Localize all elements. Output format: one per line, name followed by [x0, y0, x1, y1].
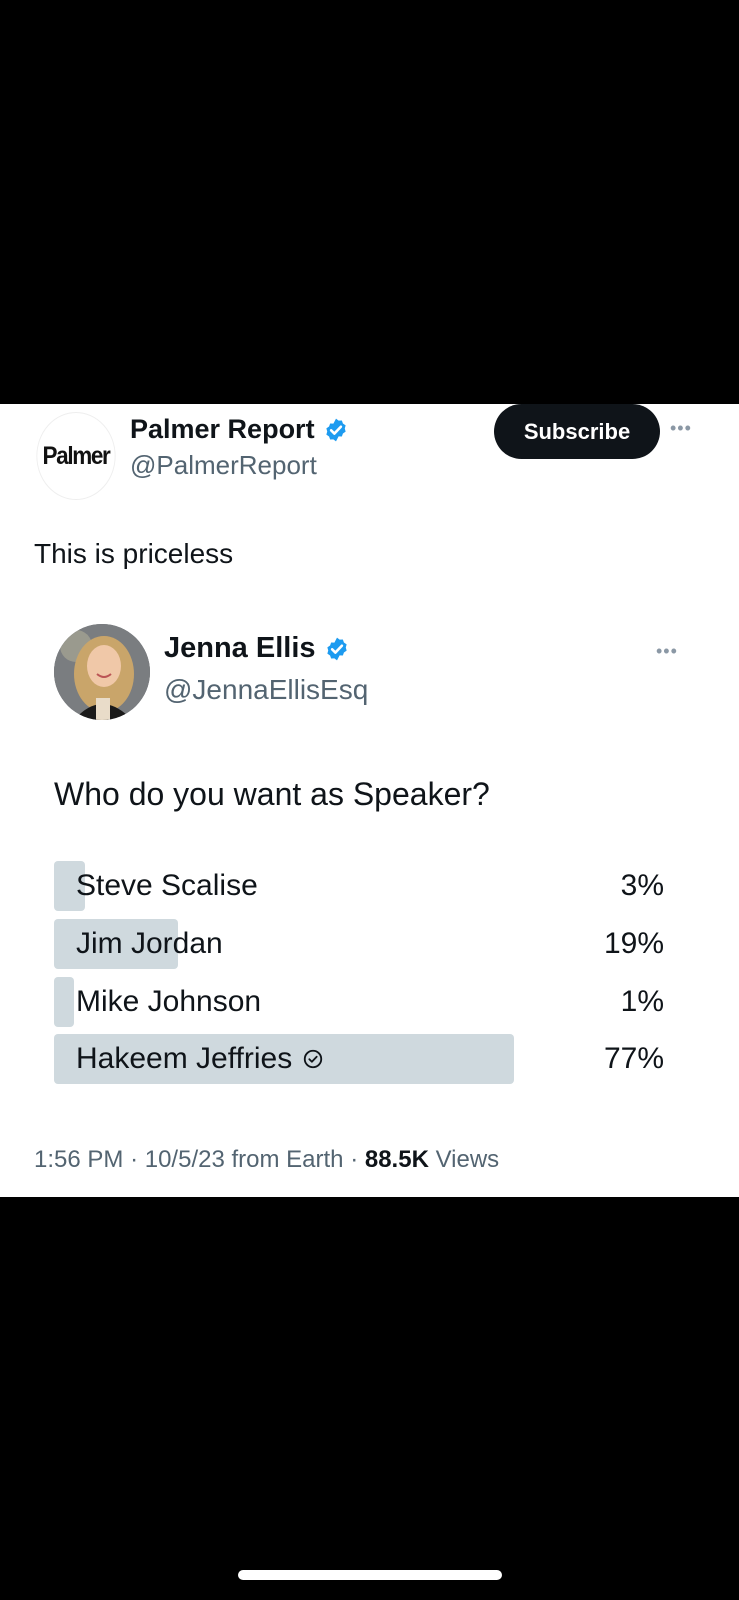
more-horizontal-icon[interactable]: ••• — [656, 641, 678, 662]
meta-separator: · — [350, 1146, 365, 1173]
tweet-date[interactable]: 10/5/23 — [145, 1146, 225, 1173]
poll-option-percent: 77% — [603, 1042, 664, 1075]
verified-badge-icon — [325, 418, 346, 441]
more-horizontal-icon[interactable]: ••• — [670, 418, 692, 439]
poll-option[interactable]: Mike Johnson 1% — [54, 977, 664, 1027]
poll-option-text: Steve Scalise — [76, 869, 258, 902]
poll-option[interactable]: Hakeem Jeffries 77% — [54, 1034, 664, 1084]
quoted-author-name-row[interactable]: Jenna Ellis — [164, 632, 350, 665]
tweet-meta: 1:56 PM · 10/5/23 from Earth · 88.5K Vie… — [34, 1146, 499, 1174]
author-logo-text: Palmer — [42, 441, 111, 470]
meta-separator: · — [130, 1146, 145, 1173]
verified-badge-icon — [326, 637, 347, 660]
quoted-author-handle[interactable]: @JennaEllisEsq — [164, 674, 368, 706]
author-avatar[interactable]: Palmer — [36, 412, 116, 500]
views-label: Views — [435, 1146, 500, 1173]
tweet-text: This is priceless — [34, 538, 234, 569]
poll-option-text: Jim Jordan — [76, 927, 223, 960]
poll-option-percent: 1% — [620, 985, 664, 1018]
avatar-photo — [54, 624, 150, 720]
poll-option-text: Hakeem Jeffries — [76, 1042, 293, 1075]
poll-option-label: Mike Johnson — [76, 985, 261, 1019]
author-name[interactable]: Palmer Report — [130, 414, 315, 445]
tweet-source: from Earth — [231, 1146, 344, 1173]
quoted-author-name[interactable]: Jenna Ellis — [164, 632, 316, 665]
tweet-time[interactable]: 1:56 PM — [34, 1146, 123, 1173]
author-handle[interactable]: @PalmerReport — [130, 450, 317, 481]
check-circle-icon — [304, 1049, 323, 1069]
poll-option-text: Mike Johnson — [76, 985, 262, 1018]
poll-option-percent: 19% — [603, 927, 664, 960]
poll-option[interactable]: Steve Scalise 3% — [54, 861, 664, 911]
poll-bar — [54, 977, 74, 1027]
poll-option-label: Steve Scalise — [76, 869, 258, 903]
quoted-author-avatar[interactable] — [54, 624, 150, 720]
home-indicator[interactable] — [238, 1570, 502, 1580]
poll-option[interactable]: Jim Jordan 19% — [54, 919, 664, 969]
views-count: 88.5K — [364, 1146, 429, 1173]
poll-question: Who do you want as Speaker? — [54, 776, 490, 812]
author-name-row[interactable]: Palmer Report — [130, 414, 349, 445]
poll-option-label: Hakeem Jeffries — [76, 1042, 324, 1076]
subscribe-button[interactable]: Subscribe — [494, 404, 660, 459]
poll-option-label: Jim Jordan — [76, 927, 223, 961]
poll-option-percent: 3% — [620, 869, 664, 902]
